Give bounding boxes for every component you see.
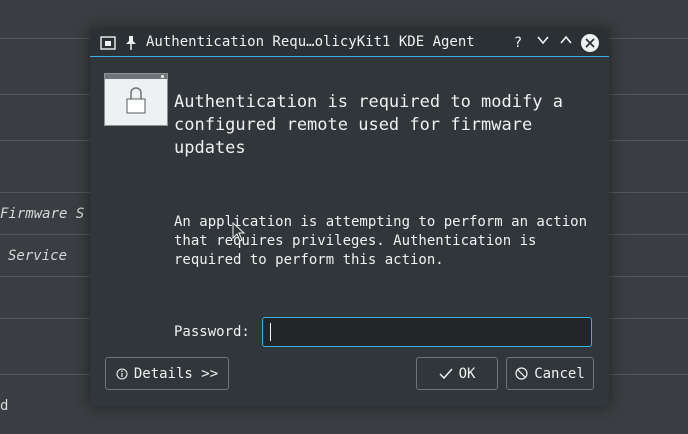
ok-button[interactable]: OK bbox=[416, 357, 498, 390]
close-icon bbox=[585, 38, 595, 48]
window-title: Authentication Requ…olicyKit1 KDE Agent bbox=[146, 34, 475, 50]
chevron-down-icon bbox=[537, 36, 549, 45]
cancel-label: Cancel bbox=[534, 365, 585, 382]
window-menu-icon[interactable] bbox=[100, 35, 116, 54]
details-button[interactable]: Details >> bbox=[105, 357, 229, 390]
authentication-dialog: Authentication Requ…olicyKit1 KDE Agent … bbox=[90, 29, 609, 406]
image-frame-dot bbox=[161, 75, 164, 78]
password-input[interactable] bbox=[262, 317, 592, 347]
maximize-button[interactable] bbox=[556, 33, 576, 53]
headline-message: Authentication is required to modify a c… bbox=[174, 92, 563, 158]
info-icon bbox=[116, 367, 128, 380]
mouse-pointer-icon bbox=[232, 222, 246, 242]
cancel-icon bbox=[515, 367, 528, 380]
ok-label: OK bbox=[458, 365, 476, 382]
pin-icon[interactable] bbox=[124, 35, 138, 55]
lock-image bbox=[104, 73, 168, 126]
cancel-button[interactable]: Cancel bbox=[506, 357, 594, 390]
minimize-button[interactable] bbox=[533, 33, 553, 53]
bg-label-d: d bbox=[0, 398, 9, 414]
lock-icon bbox=[126, 87, 146, 114]
help-button[interactable]: ? bbox=[508, 33, 528, 53]
check-icon bbox=[439, 368, 453, 379]
bg-label-firmware: Firmware S bbox=[0, 206, 85, 222]
chevron-up-icon bbox=[560, 35, 572, 44]
text-caret bbox=[270, 323, 271, 341]
details-label: Details >> bbox=[133, 365, 219, 382]
close-button[interactable] bbox=[581, 34, 599, 52]
password-label: Password: bbox=[174, 324, 250, 340]
titlebar[interactable]: Authentication Requ…olicyKit1 KDE Agent … bbox=[90, 29, 609, 57]
bg-label-service: Service bbox=[8, 248, 68, 264]
